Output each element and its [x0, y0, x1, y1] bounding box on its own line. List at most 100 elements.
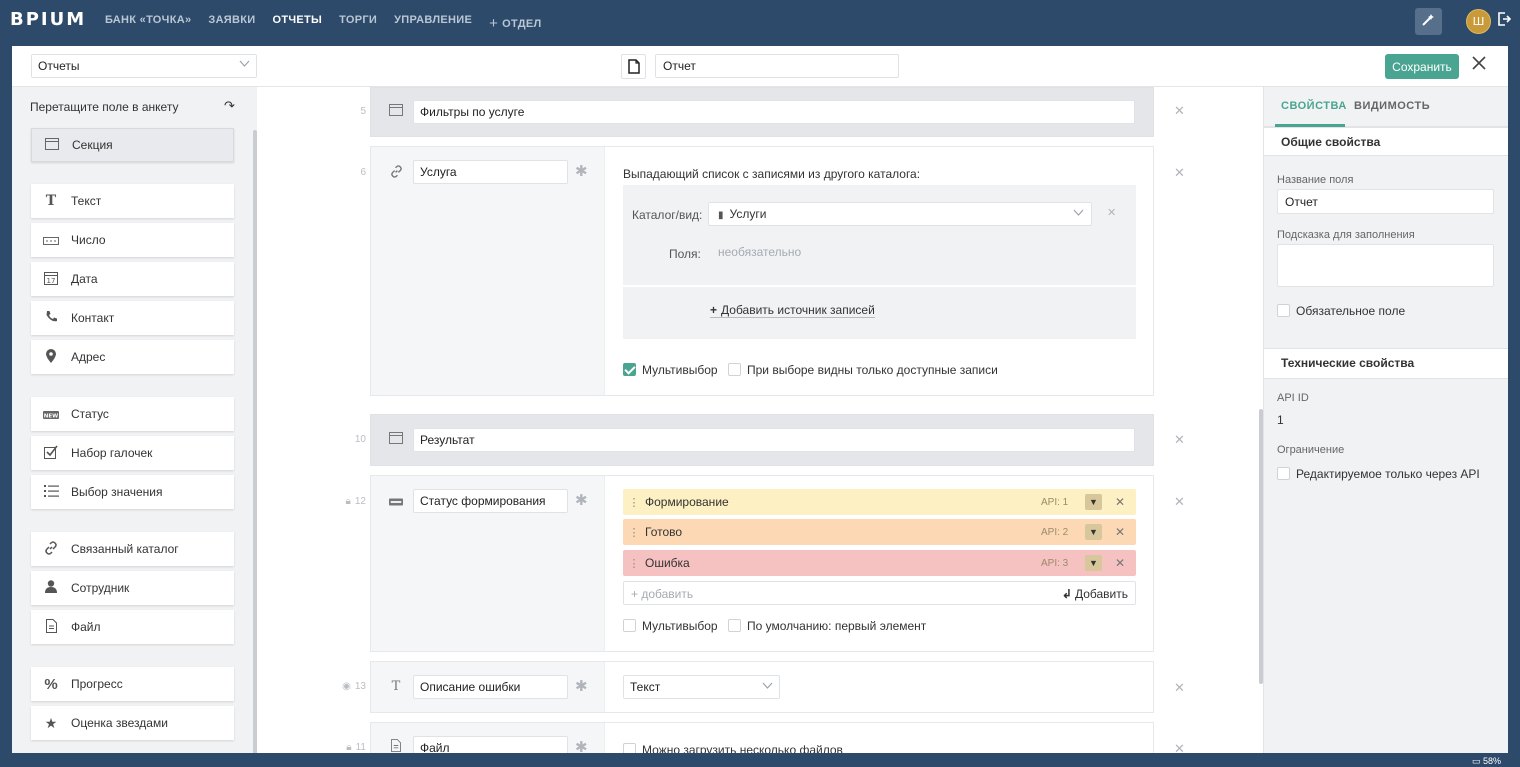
required-checkbox[interactable]: Обязательное поле [1277, 304, 1405, 318]
enter-icon: ↲ [1061, 587, 1072, 601]
add-option-input[interactable]: + добавить [631, 587, 693, 601]
field-name-input[interactable]: Услуга [413, 160, 568, 184]
palette-item-label: Секция [72, 138, 113, 152]
status-option[interactable]: ⋮ Формирование API: 1 ▼ ✕ [623, 489, 1136, 515]
palette-item-progress[interactable]: % Прогресс [31, 667, 234, 701]
drag-handle-icon[interactable]: ⋮ [623, 557, 645, 570]
form-field-row[interactable]: 🔒︎ 11 Файл ✱ Можно загрузить несколько фа… [346, 722, 1154, 753]
palette-item-number[interactable]: Число [31, 223, 234, 257]
palette-item-section[interactable]: Секция [31, 128, 234, 162]
catalog-title-input[interactable]: Отчет [655, 54, 899, 78]
palette-item-address[interactable]: Адрес [31, 340, 234, 374]
form-field-row[interactable]: ◉ 13 T Описание ошибки ✱ Текст [342, 661, 1154, 713]
field-number: 10 [354, 434, 366, 445]
multiselect-checkbox[interactable]: Мультивыбор [623, 363, 718, 377]
hint-textarea[interactable] [1277, 244, 1494, 287]
text-type-select[interactable]: Текст [623, 675, 780, 699]
multiselect-checkbox[interactable]: Мультивыбор [623, 619, 718, 633]
catalog-select[interactable]: Отчеты [31, 54, 257, 78]
palette-item-label: Файл [71, 620, 101, 634]
save-button[interactable]: Сохранить [1385, 54, 1459, 79]
section-icon [388, 104, 404, 119]
asterisk-icon[interactable]: ✱ [575, 738, 588, 753]
checkbox-checked-icon [623, 363, 636, 376]
palette-item-checkboxes[interactable]: Набор галочек [31, 436, 234, 470]
remove-field-icon[interactable]: ✕ [1174, 433, 1185, 448]
palette-item-employee[interactable]: Сотрудник [31, 571, 234, 605]
drag-handle-icon[interactable]: ⋮ [623, 496, 645, 509]
close-icon[interactable] [1470, 54, 1488, 76]
drag-handle-icon[interactable]: ⋮ [623, 526, 645, 539]
color-dropdown-chevron-icon[interactable]: ▼ [1085, 555, 1102, 571]
tab-visibility[interactable]: ВИДИМОСТЬ [1354, 100, 1430, 112]
palette-item-label: Прогресс [71, 677, 123, 691]
form-field-row[interactable]: 6 Услуга ✱ Выпадающий список с записями … [360, 146, 1154, 396]
section-name-input[interactable]: Результат [413, 428, 1135, 452]
nav-item-management[interactable]: УПРАВЛЕНИЕ [394, 14, 472, 31]
remove-option-icon[interactable]: ✕ [1115, 495, 1125, 509]
status-option-label[interactable]: Формирование [645, 495, 729, 509]
form-section-row[interactable]: 10 Результат [355, 414, 1154, 466]
asterisk-icon[interactable]: ✱ [575, 491, 588, 509]
nav-item-bank[interactable]: БАНК «ТОЧКА» [105, 14, 191, 31]
field-number-value: 11 [355, 742, 366, 753]
palette-item-select[interactable]: Выбор значения [31, 475, 234, 509]
multi-files-checkbox[interactable]: Можно загрузить несколько файлов [623, 743, 843, 753]
remove-source-icon[interactable]: ✕ [1107, 206, 1116, 219]
editor-toolbar: Отчеты Отчет Сохранить [12, 46, 1508, 87]
catalog-select[interactable]: ▮ Услуги [708, 202, 1092, 226]
palette-item-text[interactable]: T Текст [31, 184, 234, 218]
palette-item-file[interactable]: Файл [31, 610, 234, 644]
remove-field-icon[interactable]: ✕ [1174, 495, 1185, 510]
document-icon[interactable] [621, 54, 646, 79]
asterisk-icon[interactable]: ✱ [575, 162, 588, 180]
field-description: Выпадающий список с записями из другого … [623, 167, 921, 181]
status-option-label[interactable]: Ошибка [645, 556, 690, 570]
status-option[interactable]: ⋮ Готово API: 2 ▼ ✕ [623, 519, 1136, 545]
add-source-link[interactable]: + Добавить источник записей [710, 303, 875, 318]
only-available-checkbox[interactable]: При выборе видны только доступные записи [728, 363, 998, 377]
nav-item-reports[interactable]: ОТЧЕТЫ [272, 14, 322, 31]
remove-field-icon[interactable]: ✕ [1174, 742, 1185, 753]
app-logo[interactable]: BPIUM [10, 9, 86, 30]
palette-item-status[interactable]: NEW Статус [31, 397, 234, 431]
remove-field-icon[interactable]: ✕ [1174, 681, 1185, 696]
field-name-input[interactable]: Описание ошибки [413, 675, 568, 699]
field-name-input[interactable]: Файл [413, 736, 568, 753]
user-avatar[interactable]: Ш [1466, 9, 1491, 34]
lock-icon: 🔒︎ [346, 742, 352, 753]
tab-properties[interactable]: СВОЙСТВА [1281, 100, 1347, 112]
default-first-checkbox[interactable]: По умолчанию: первый элемент [728, 619, 926, 633]
logout-icon[interactable] [1497, 11, 1513, 29]
fields-input[interactable]: необязательно [718, 245, 801, 259]
color-dropdown-chevron-icon[interactable]: ▼ [1085, 524, 1102, 540]
form-section-row[interactable]: 5 Фильтры по услуге [360, 87, 1154, 137]
field-name-input[interactable]: Отчет [1277, 189, 1494, 214]
remove-field-icon[interactable]: ✕ [1174, 104, 1185, 119]
remove-field-icon[interactable]: ✕ [1174, 166, 1185, 181]
nav-item-trades[interactable]: ТОРГИ [339, 14, 377, 31]
form-field-row[interactable]: 🔒︎ 12 Статус формирования ✱ ⋮ Формировани… [346, 475, 1154, 652]
status-option[interactable]: ⋮ Ошибка API: 3 ▼ ✕ [623, 550, 1136, 576]
palette-item-label: Оценка звездами [71, 716, 168, 730]
palette-item-linked-catalog[interactable]: Связанный каталог [31, 532, 234, 566]
svg-text:17: 17 [47, 277, 56, 285]
nav-add-section[interactable]: + ОТДЕЛ [489, 14, 541, 32]
nav-item-requests[interactable]: ЗАЯВКИ [208, 14, 255, 31]
palette-item-date[interactable]: 17 Дата [31, 262, 234, 296]
magic-wand-button[interactable] [1415, 8, 1442, 35]
add-option-row[interactable]: + добавить ↲ Добавить [623, 581, 1136, 605]
api-only-checkbox[interactable]: Редактируемое только через API [1277, 467, 1480, 481]
remove-option-icon[interactable]: ✕ [1115, 525, 1125, 539]
status-option-label[interactable]: Готово [645, 525, 682, 539]
text-icon: T [45, 193, 57, 209]
palette-item-contact[interactable]: Контакт [31, 301, 234, 335]
status-icon [388, 495, 404, 509]
color-dropdown-chevron-icon[interactable]: ▼ [1085, 494, 1102, 510]
remove-option-icon[interactable]: ✕ [1115, 556, 1125, 570]
field-name-input[interactable]: Статус формирования [413, 489, 568, 513]
add-option-button[interactable]: ↲ Добавить [1062, 587, 1128, 601]
asterisk-icon[interactable]: ✱ [575, 677, 588, 695]
section-name-input[interactable]: Фильтры по услуге [413, 100, 1135, 124]
palette-item-stars[interactable]: ★ Оценка звездами [31, 706, 234, 740]
